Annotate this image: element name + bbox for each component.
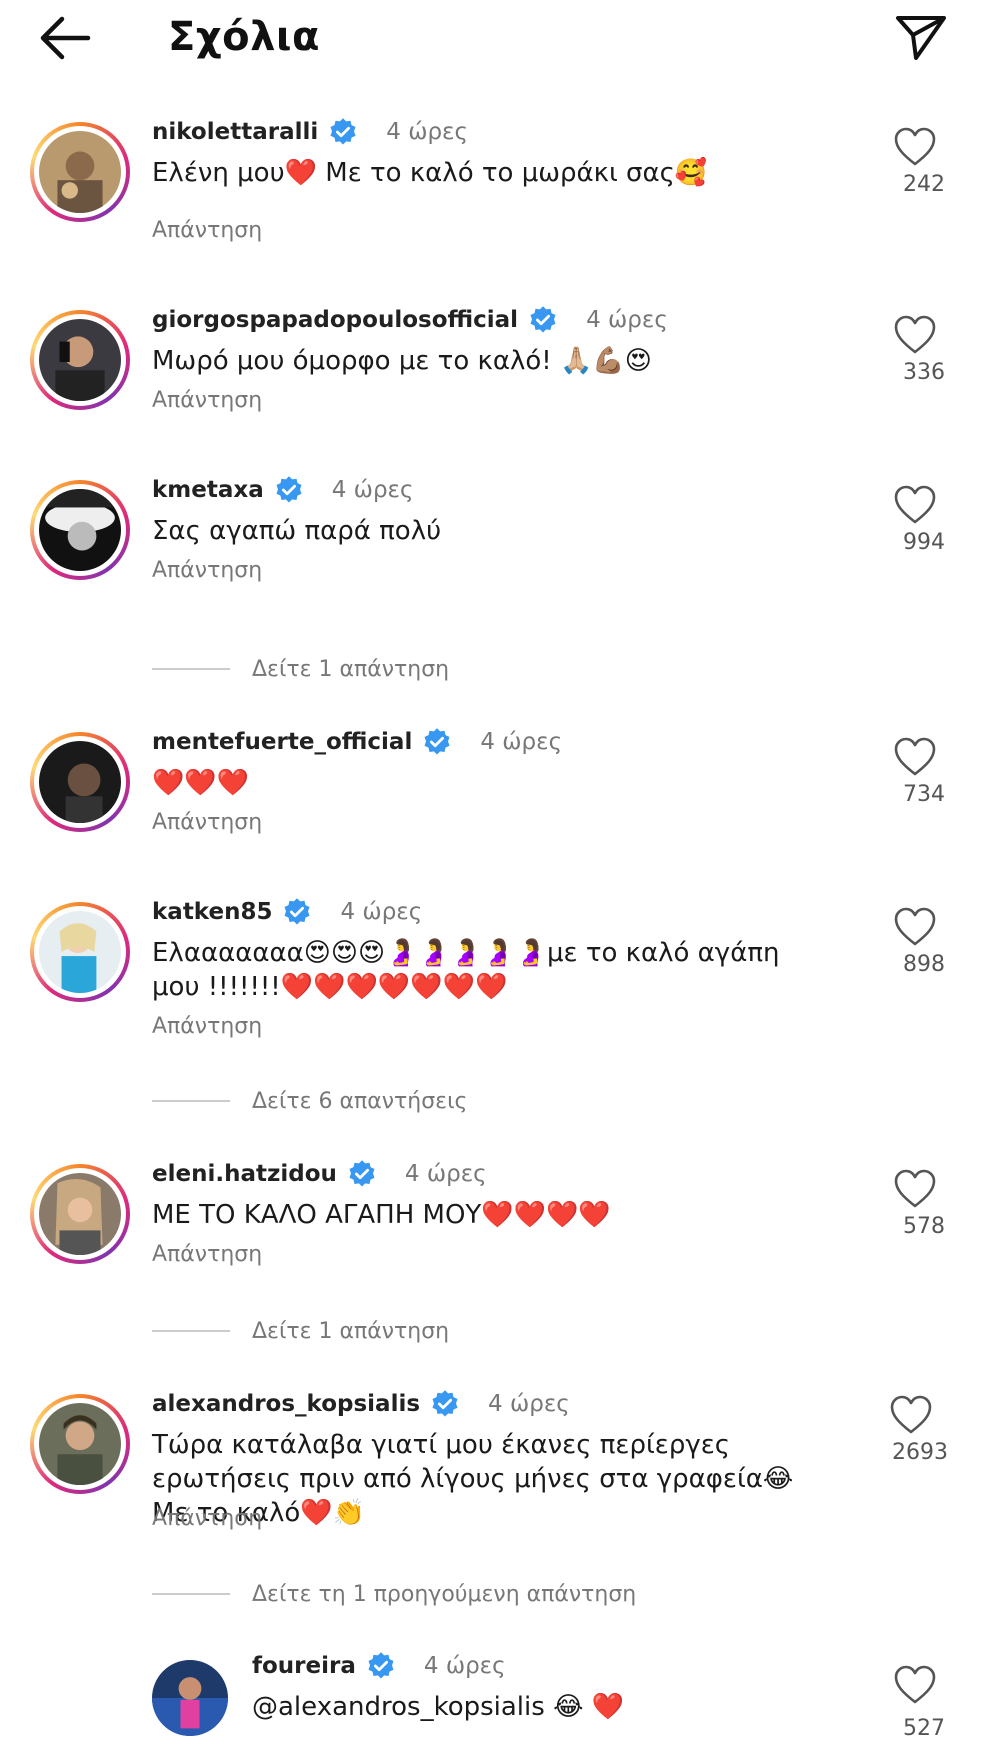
view-replies-button[interactable]: Δείτε 1 απάντηση: [152, 654, 449, 684]
comment-username[interactable]: kmetaxa: [152, 477, 264, 503]
arrow-left-icon[interactable]: [36, 12, 94, 64]
comment-username[interactable]: alexandros_kopsialis: [152, 1391, 420, 1417]
verified-badge-icon: [349, 1160, 375, 1187]
like-count: 578: [903, 1214, 945, 1239]
reply-button[interactable]: Απάντηση: [152, 1506, 262, 1531]
like-count: 527: [903, 1716, 945, 1741]
verified-badge-icon: [330, 118, 356, 145]
heart-icon[interactable]: [892, 1168, 938, 1210]
heart-icon[interactable]: [892, 736, 938, 778]
comment-time: 4 ώρες: [404, 1161, 487, 1187]
heart-icon[interactable]: [888, 1394, 934, 1436]
comment-time: 4 ώρες: [586, 307, 668, 333]
avatar[interactable]: [30, 732, 130, 832]
comment-username[interactable]: mentefuerte_official: [152, 729, 412, 755]
like-count: 898: [903, 952, 945, 977]
reply-button[interactable]: Απάντηση: [152, 810, 262, 835]
heart-icon[interactable]: [892, 906, 938, 948]
heart-icon[interactable]: [892, 314, 938, 356]
view-replies-button[interactable]: Δείτε 6 απαντήσεις: [152, 1086, 467, 1116]
reply-button[interactable]: Απάντηση: [152, 558, 262, 583]
reply-button[interactable]: Απάντηση: [152, 1242, 262, 1267]
comment-time: 4 ώρες: [488, 1391, 570, 1417]
comment-text: @alexandros_kopsialis 😂 ❤️: [252, 1692, 625, 1722]
view-replies-label: Δείτε τη 1 προηγούμενη απάντηση: [252, 1581, 637, 1607]
verified-badge-icon: [530, 306, 556, 333]
verified-badge-icon: [368, 1652, 394, 1679]
avatar[interactable]: [30, 310, 130, 410]
comment-text: Ελένη μου❤️ Με το καλό το μωράκι σας🥰: [152, 158, 708, 188]
comment-username[interactable]: nikolettaralli: [152, 119, 318, 145]
reply-button[interactable]: Απάντηση: [152, 388, 262, 413]
view-replies-button[interactable]: Δείτε τη 1 προηγούμενη απάντηση: [152, 1579, 636, 1609]
comment-username[interactable]: katken85: [152, 899, 272, 925]
comment-time: 4 ώρες: [386, 119, 468, 145]
avatar[interactable]: [30, 480, 130, 580]
comment-text: Ελααααααα😍😍😍🤰🤰🤰🤰🤰με το καλό αγάπη μου !!…: [152, 938, 780, 1002]
header: Σχόλια: [0, 0, 1000, 80]
comment-time: 4 ώρες: [331, 477, 414, 503]
verified-badge-icon: [276, 476, 302, 503]
comment-username[interactable]: giorgospapadopoulosofficial: [152, 307, 518, 333]
comment-time: 4 ώρες: [423, 1653, 506, 1679]
avatar[interactable]: [152, 1660, 228, 1736]
view-replies-label: Δείτε 6 απαντήσεις: [252, 1088, 468, 1114]
comment-text: Σας αγαπώ παρά πολύ: [152, 516, 442, 546]
reply-button[interactable]: Απάντηση: [152, 1014, 262, 1039]
verified-badge-icon: [284, 898, 310, 925]
comment-text: ❤️❤️❤️: [152, 768, 250, 798]
paper-plane-icon[interactable]: [892, 8, 950, 66]
comment-username[interactable]: eleni.hatzidou: [152, 1161, 337, 1187]
verified-badge-icon: [432, 1390, 458, 1417]
view-replies-label: Δείτε 1 απάντηση: [252, 656, 450, 682]
view-replies-label: Δείτε 1 απάντηση: [252, 1318, 450, 1344]
like-count: 242: [903, 172, 945, 197]
comment-text: ΜΕ ΤΟ ΚΑΛΟ ΑΓΑΠΗ ΜΟΥ❤️❤️❤️❤️: [152, 1200, 611, 1230]
like-count: 734: [903, 782, 945, 807]
avatar[interactable]: [30, 1164, 130, 1264]
avatar[interactable]: [30, 1394, 130, 1494]
avatar[interactable]: [30, 122, 130, 222]
view-replies-button[interactable]: Δείτε 1 απάντηση: [152, 1316, 449, 1346]
page-title: Σχόλια: [168, 14, 320, 60]
comment-username[interactable]: foureira: [252, 1653, 356, 1679]
heart-icon[interactable]: [892, 126, 938, 168]
heart-icon[interactable]: [892, 1664, 938, 1706]
avatar[interactable]: [30, 902, 130, 1002]
comment-time: 4 ώρες: [340, 899, 423, 925]
reply-button[interactable]: Απάντηση: [152, 218, 262, 243]
verified-badge-icon: [424, 728, 450, 755]
like-count: 994: [903, 530, 945, 555]
comment-text: Μωρό μου όμορφο με το καλό! 🙏🏼💪🏽😍: [152, 346, 652, 376]
comment-time: 4 ώρες: [480, 729, 563, 755]
heart-icon[interactable]: [892, 484, 938, 526]
like-count: 336: [903, 360, 945, 385]
like-count: 2693: [892, 1440, 948, 1465]
